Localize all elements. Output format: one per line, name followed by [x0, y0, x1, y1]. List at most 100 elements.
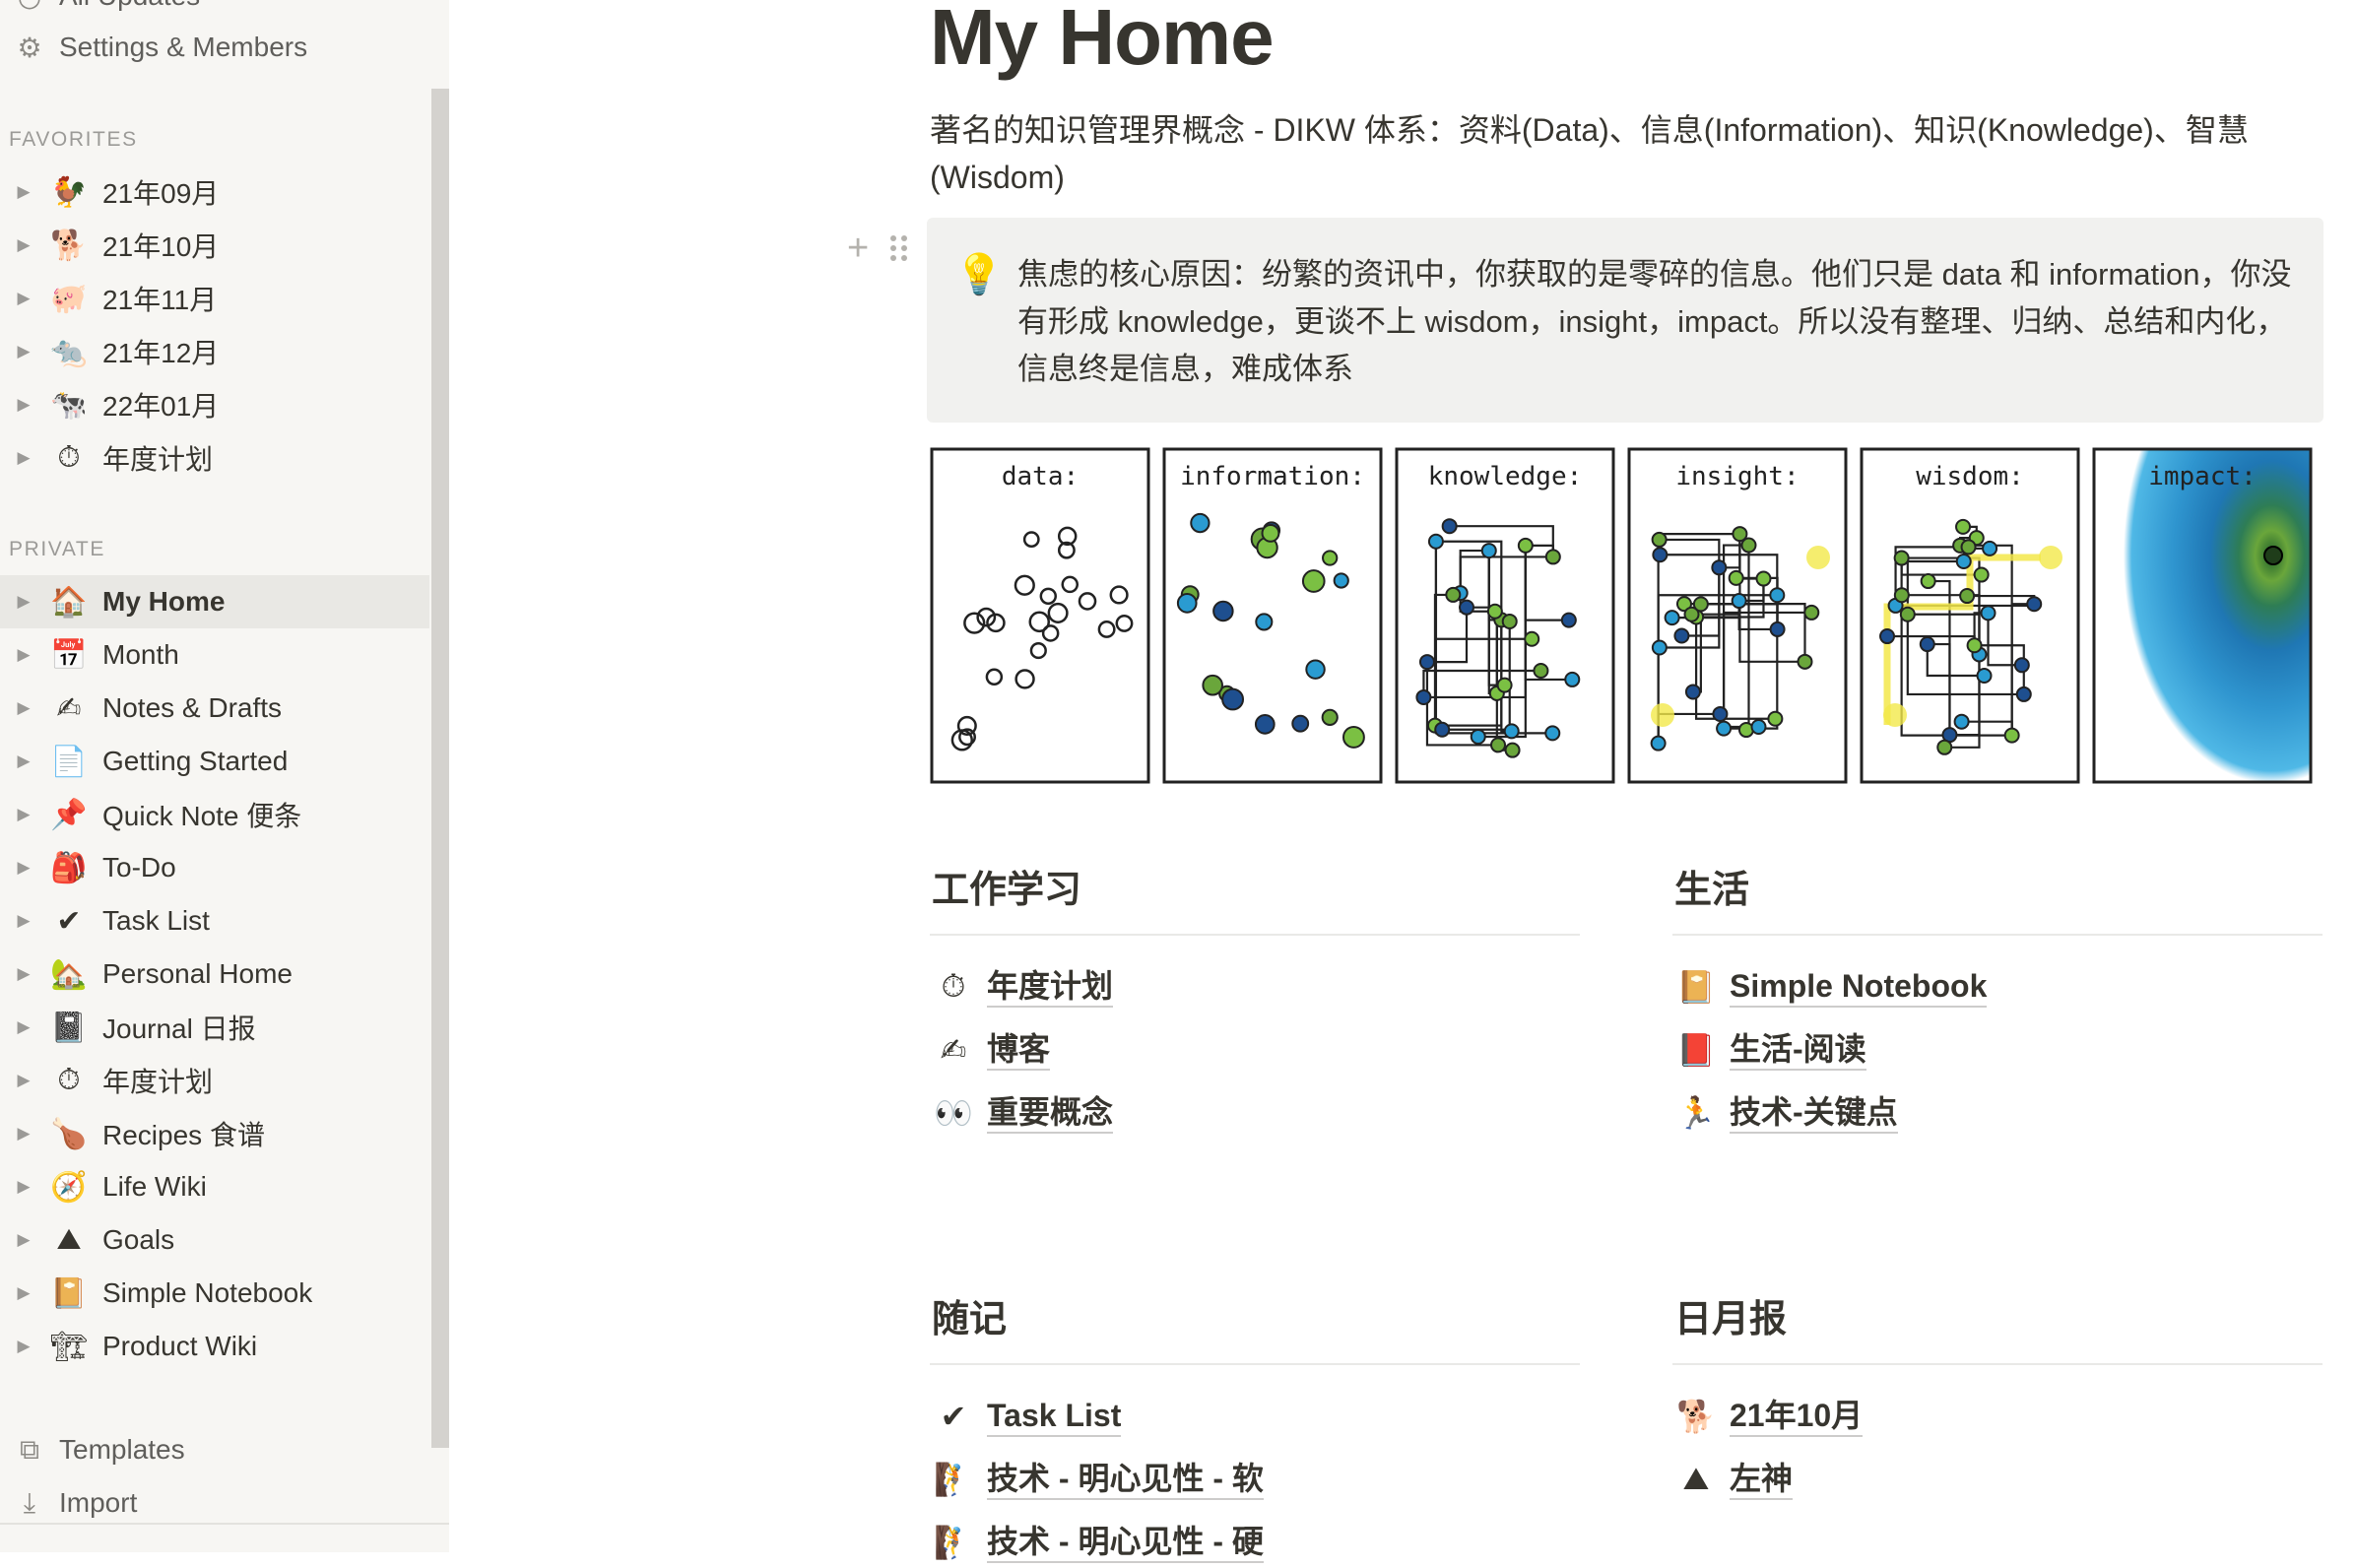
sidebar-item-label: Recipes 食谱 [102, 1120, 265, 1150]
expand-triangle-icon[interactable]: ▶ [16, 289, 32, 308]
sidebar-item-label: 21年12月 [102, 338, 220, 368]
sidebar-item[interactable]: ▶ 🐀 21年12月 [0, 325, 429, 378]
sidebar-item[interactable]: ▶ 📔 Simple Notebook [0, 1267, 429, 1320]
section-heading[interactable]: 工作学习 [932, 859, 1081, 913]
expand-triangle-icon[interactable]: ▶ [16, 1177, 32, 1197]
page-emoji-icon: 👀 [934, 1095, 973, 1131]
expand-triangle-icon[interactable]: ▶ [16, 858, 32, 878]
section-divider [1672, 934, 2323, 936]
page-link[interactable]: ⏱ 年度计划 [934, 961, 1114, 1013]
sidebar-item[interactable]: ▶ 🏠 My Home [0, 575, 429, 628]
expand-triangle-icon[interactable]: ▶ [16, 1337, 32, 1356]
sidebar-item[interactable]: ▶ 📅 Month [0, 628, 429, 682]
drag-handle-icon[interactable] [890, 235, 908, 261]
sidebar-item[interactable]: ▶ 🐖 21年11月 [0, 272, 429, 325]
expand-triangle-icon[interactable]: ▶ [16, 751, 32, 771]
sidebar-item[interactable]: ▶ 🎒 To-Do [0, 841, 429, 894]
sidebar-item[interactable]: ▶ 🍗 Recipes 食谱 [0, 1107, 429, 1160]
expand-triangle-icon[interactable]: ▶ [16, 1230, 32, 1250]
page-link-label: 重要概念 [987, 1092, 1114, 1134]
sidebar-item-templates[interactable]: ⧉ Templates [0, 1424, 424, 1475]
page-emoji-icon: 📌 [50, 798, 88, 831]
sidebar-item[interactable]: ▶ ⏱ 年度计划 [0, 431, 429, 485]
expand-triangle-icon[interactable]: ▶ [16, 1017, 32, 1037]
page-link[interactable]: 👀 重要概念 [934, 1087, 1114, 1139]
expand-triangle-icon[interactable]: ▶ [16, 342, 32, 361]
sidebar-item[interactable]: ▶ ⏱ 年度计划 [0, 1054, 429, 1107]
section-heading[interactable]: 随记 [932, 1288, 1007, 1342]
add-block-icon[interactable]: + [847, 229, 869, 268]
page-link[interactable]: ⛰ 左神 [1676, 1454, 1794, 1505]
expand-triangle-icon[interactable]: ▶ [16, 964, 32, 984]
sidebar-item[interactable]: ▶ ✍ Notes & Drafts [0, 682, 429, 735]
sidebar-item[interactable]: ▶ 🏗 Product Wiki [0, 1320, 429, 1373]
sidebar-item[interactable]: ▶ 🐓 21年09月 [0, 165, 429, 219]
page-emoji-icon: 🏃 [1676, 1095, 1716, 1131]
page-link[interactable]: ✔ Task List [934, 1391, 1122, 1442]
expand-triangle-icon[interactable]: ▶ [16, 182, 32, 202]
expand-triangle-icon[interactable]: ▶ [16, 235, 32, 255]
page-emoji-icon: 📄 [50, 745, 88, 778]
section-heading[interactable]: 日月报 [1674, 1288, 1787, 1342]
section-divider [930, 1363, 1580, 1365]
sidebar-item[interactable]: ▶ 🧭 Life Wiki [0, 1160, 429, 1213]
expand-triangle-icon[interactable]: ▶ [16, 645, 32, 665]
page-link[interactable]: 🏃 技术-关键点 [1676, 1087, 1898, 1139]
page-link[interactable]: 🐕 21年10月 [1676, 1391, 1864, 1442]
sidebar-item-label: 年度计划 [102, 444, 214, 475]
page-link[interactable]: 🧗 技术 - 明心见性 - 软 [934, 1454, 1264, 1505]
page-link[interactable]: ✍ 博客 [934, 1024, 1051, 1076]
sidebar-item[interactable]: ▶ 🐕 21年10月 [0, 219, 429, 272]
dikw-panel-label: wisdom: [1916, 462, 2024, 491]
sidebar-item[interactable]: ▶ ✔ Task List [0, 894, 429, 947]
page-link-label: 技术 - 明心见性 - 软 [987, 1459, 1264, 1500]
page-description[interactable]: 著名的知识管理界概念 - DIKW 体系：资料(Data)、信息(Informa… [930, 106, 2309, 201]
callout-block[interactable]: 💡 焦虑的核心原因：纷繁的资讯中，你获取的是零碎的信息。他们只是 data 和 … [927, 218, 2323, 423]
sidebar-item[interactable]: ▶ 📄 Getting Started [0, 735, 429, 788]
sidebar-item[interactable]: ▶ 📓 Journal 日报 [0, 1001, 429, 1054]
sidebar-item-all-updates[interactable]: ◷ All Updates [0, 0, 424, 22]
sidebar-item-settings[interactable]: ⚙ Settings & Members [0, 22, 424, 73]
sidebar-item[interactable]: ▶ ⛰ Goals [0, 1213, 429, 1267]
page-emoji-icon: 🐕 [50, 229, 88, 262]
expand-triangle-icon[interactable]: ▶ [16, 805, 32, 824]
expand-triangle-icon[interactable]: ▶ [16, 911, 32, 931]
section-heading[interactable]: 生活 [1674, 859, 1749, 913]
expand-triangle-icon[interactable]: ▶ [16, 1283, 32, 1303]
dikw-panel-label: insight: [1675, 462, 1799, 491]
page-emoji-icon: ⛰ [1682, 1461, 1710, 1496]
templates-icon: ⧉ [20, 1433, 39, 1465]
dikw-panel-label: information: [1180, 462, 1365, 491]
page-emoji-icon: 🐄 [50, 388, 88, 422]
expand-triangle-icon[interactable]: ▶ [16, 1124, 32, 1143]
sidebar-scrollbar[interactable] [431, 89, 449, 1448]
private-list: ▶ 🏠 My Home ▶ 📅 Month ▶ ✍ Notes & Drafts ▶ 📄 Gettin… [0, 575, 429, 1373]
page-emoji-icon: 🏗 [49, 1330, 89, 1363]
sidebar-item-label: Quick Note 便条 [102, 801, 302, 831]
dikw-panel-label: impact: [2148, 462, 2257, 491]
expand-triangle-icon[interactable]: ▶ [16, 592, 32, 612]
expand-triangle-icon[interactable]: ▶ [16, 395, 32, 415]
page-emoji-icon: 🍗 [50, 1117, 88, 1150]
sidebar-item[interactable]: ▶ 🏡 Personal Home [0, 947, 429, 1001]
dikw-panel: wisdom: [1860, 447, 2080, 784]
lightbulb-icon: 💡 [954, 253, 1004, 296]
page-emoji-icon: 📕 [1676, 1032, 1716, 1068]
sidebar-item[interactable]: ▶ 🐄 22年01月 [0, 378, 429, 431]
page-link[interactable]: 📔 Simple Notebook [1676, 961, 1988, 1013]
expand-triangle-icon[interactable]: ▶ [16, 448, 32, 468]
page-title[interactable]: My Home [930, 0, 1275, 83]
sidebar-item-import[interactable]: ⤓ Import [0, 1477, 424, 1529]
sidebar-item-label: Simple Notebook [102, 1277, 313, 1308]
sidebar-item-label: 年度计划 [102, 1067, 214, 1097]
page-emoji-icon: 🏠 [50, 585, 88, 619]
page-link[interactable]: 📕 生活-阅读 [1676, 1024, 1866, 1076]
sidebar-item[interactable]: ▶ 📌 Quick Note 便条 [0, 788, 429, 841]
page-emoji-icon: 📓 [50, 1011, 88, 1044]
sidebar-item-label: Personal Home [102, 958, 293, 989]
expand-triangle-icon[interactable]: ▶ [16, 1071, 32, 1090]
sidebar-item-label: To-Do [102, 852, 176, 882]
page-link[interactable]: 🧗 技术 - 明心见性 - 硬 [934, 1517, 1264, 1568]
page-link-label: Simple Notebook [1730, 966, 1988, 1008]
expand-triangle-icon[interactable]: ▶ [16, 698, 32, 718]
